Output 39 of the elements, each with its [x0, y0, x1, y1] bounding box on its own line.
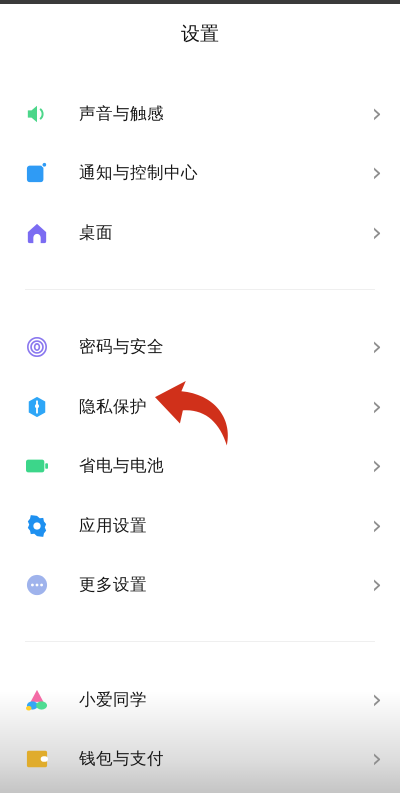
- chevron-icon: ›: [372, 334, 382, 360]
- chevron-icon: ›: [372, 160, 382, 186]
- item-label: 通知与控制中心: [79, 162, 199, 184]
- item-label: 隐私保护: [79, 396, 148, 418]
- more-icon: [26, 574, 48, 596]
- item-label: 更多设置: [79, 574, 148, 596]
- settings-item[interactable]: 隐私保护 ›: [0, 377, 400, 436]
- chevron-icon: ›: [372, 453, 382, 480]
- settings-item[interactable]: 密码与安全 ›: [0, 318, 400, 377]
- item-label: 桌面: [79, 222, 114, 244]
- settings-item[interactable]: 声音与触感 ›: [0, 84, 400, 144]
- item-label: 省电与电池: [79, 455, 165, 478]
- item-label: 小爱同学: [79, 688, 148, 711]
- settings-item[interactable]: 桌面 ›: [0, 203, 400, 262]
- chevron-icon: ›: [372, 394, 382, 420]
- chevron-icon: ›: [372, 686, 382, 713]
- item-label: 应用设置: [79, 514, 148, 537]
- item-label: 声音与触感: [79, 102, 165, 125]
- settings-item[interactable]: 通知与控制中心 ›: [0, 144, 400, 203]
- gear-icon: [26, 514, 48, 537]
- settings-item[interactable]: 小爱同学 ›: [0, 670, 400, 730]
- item-label: 钱包与支付: [79, 748, 165, 770]
- settings-item[interactable]: 钱包与支付 ›: [0, 730, 400, 789]
- assistant-icon: [26, 688, 48, 711]
- notification-icon: [26, 162, 48, 184]
- wallet-icon: [26, 748, 48, 770]
- settings-item[interactable]: 应用设置 ›: [0, 496, 400, 556]
- chevron-icon: ›: [372, 746, 382, 772]
- chevron-icon: ›: [372, 220, 382, 246]
- page-title: 设置: [180, 22, 220, 47]
- chevron-icon: ›: [372, 572, 382, 598]
- chevron-icon: ›: [372, 100, 382, 127]
- settings-item[interactable]: 省电与电池 ›: [0, 436, 400, 496]
- fingerprint-icon: [26, 336, 48, 358]
- chevron-icon: ›: [372, 512, 382, 539]
- settings-item[interactable]: 更多设置 ›: [0, 556, 400, 615]
- shield-icon: [26, 396, 48, 418]
- home-icon: [26, 222, 48, 244]
- item-label: 密码与安全: [79, 336, 165, 358]
